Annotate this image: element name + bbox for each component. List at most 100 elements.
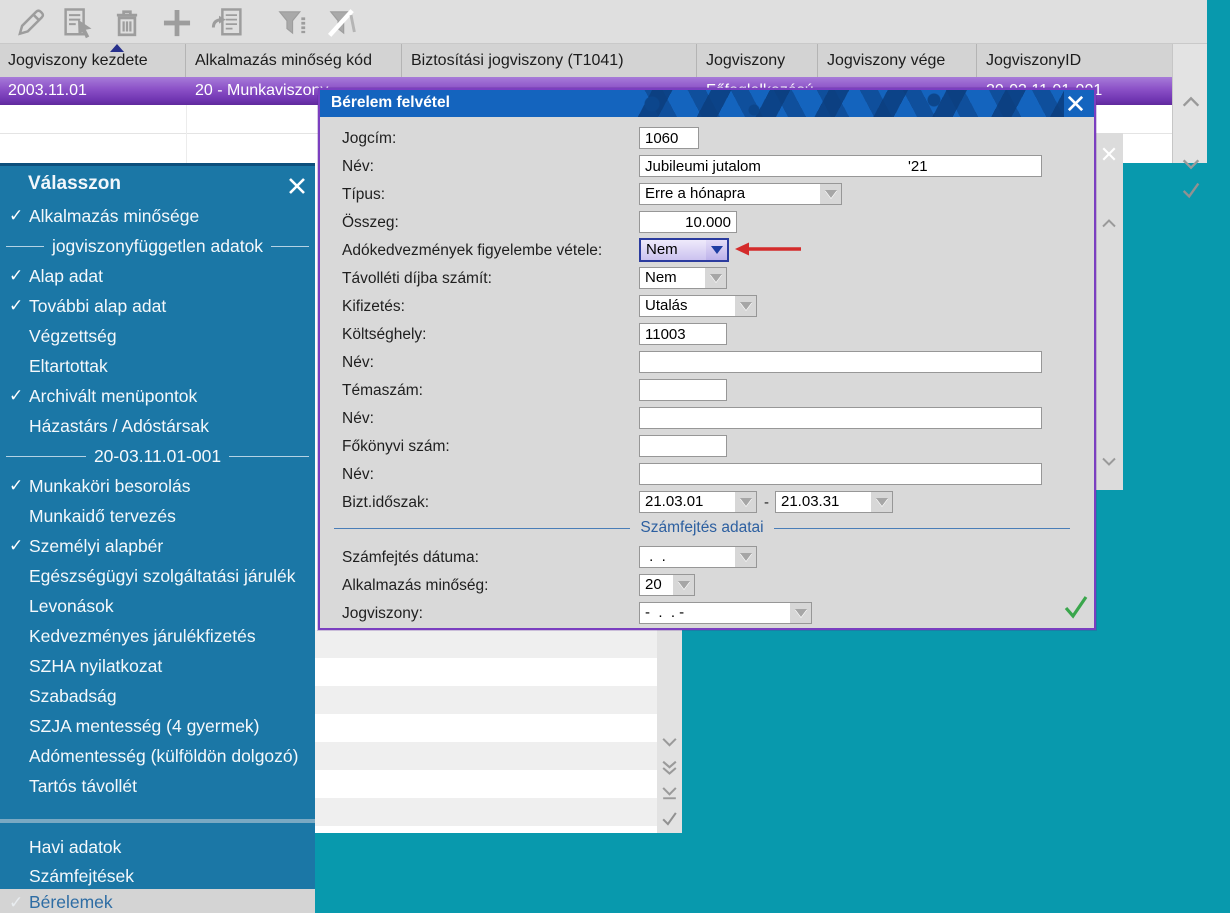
sidebar-item-szamfejtesek[interactable]: Számfejtések	[0, 861, 315, 891]
sidebar-item-munkaido-tervezes[interactable]: Munkaidő tervezés	[0, 501, 315, 531]
transfer-record-icon[interactable]	[208, 4, 248, 41]
nev3-input[interactable]	[639, 407, 1042, 429]
jogcim-input[interactable]: 1060	[639, 127, 699, 149]
berelemek-list-panel	[315, 630, 657, 833]
field-label-bizt-idoszak: Bizt.időszak:	[342, 494, 429, 512]
sidebar-separator-jogviszonyfuggetlen: jogviszonyfüggetlen adatok	[0, 231, 315, 261]
confirm-icon[interactable]	[1180, 180, 1202, 200]
sidebar-item-eltartottak[interactable]: Eltartottak	[0, 351, 315, 381]
sidebar-item-berelemek-selected[interactable]: ✓Bérelemek	[0, 889, 315, 913]
check-icon: ✓	[0, 476, 29, 496]
adokedvezmenyek-value: Nem	[646, 241, 678, 258]
berelemek-list-scrollbar	[657, 630, 682, 833]
chevron-down-icon[interactable]	[706, 240, 727, 260]
sidebar-item-levonasok[interactable]: Levonások	[0, 591, 315, 621]
red-arrow-annotation	[733, 241, 805, 257]
alkalmazas-minoseg-value: 20	[645, 576, 662, 593]
field-label-jogcim: Jogcím:	[342, 130, 396, 148]
sidebar-item-szemelyi-alapber[interactable]: ✓Személyi alapbér	[0, 531, 315, 561]
sidebar-item-adomentesseg[interactable]: Adómentesség (külföldön dolgozó)	[0, 741, 315, 771]
delete-icon[interactable]	[107, 4, 147, 41]
tipus-combo[interactable]: Erre a hónapra	[639, 183, 842, 205]
sidebar-item-alkalmazas-minosege[interactable]: ✓Alkalmazás minősége	[0, 201, 315, 231]
koltseghely-input[interactable]: 11003	[639, 323, 727, 345]
application-window: Jogviszony kezdete Alkalmazás minőség kó…	[0, 0, 1230, 913]
add-icon[interactable]	[157, 4, 197, 41]
field-label-alkalmazas-minoseg: Alkalmazás minőség:	[342, 577, 488, 595]
column-header-jogviszonyid[interactable]: JogviszonyID	[978, 44, 1172, 77]
sidebar-item-szabadsag[interactable]: Szabadság	[0, 681, 315, 711]
chevron-down-icon[interactable]	[705, 268, 726, 288]
close-icon[interactable]	[1100, 145, 1118, 163]
chevron-down-icon[interactable]	[871, 492, 892, 512]
sidebar-item-kedvezmenyes-jarulekfizetes[interactable]: Kedvezményes járulékfizetés	[0, 621, 315, 651]
chevron-down-icon[interactable]	[673, 575, 694, 595]
tipus-value: Erre a hónapra	[645, 185, 745, 202]
scroll-up-icon[interactable]	[1180, 94, 1202, 110]
adokedvezmenyek-combo[interactable]: Nem	[639, 238, 729, 262]
chevron-down-icon[interactable]	[790, 603, 811, 623]
tavolleti-value: Nem	[645, 269, 677, 286]
column-header-alkalmazas-minoseg-kod[interactable]: Alkalmazás minőség kód	[187, 44, 402, 77]
column-header-jogviszony-kezdete[interactable]: Jogviszony kezdete	[0, 44, 186, 77]
sidebar-item-hazastars-adostarsak[interactable]: Házastárs / Adóstársak	[0, 411, 315, 441]
column-header-label: Biztosítási jogviszony (T1041)	[411, 52, 624, 70]
column-header-biztositasi-jogviszony[interactable]: Biztosítási jogviszony (T1041)	[403, 44, 697, 77]
column-header-label: Jogviszony	[706, 52, 785, 70]
close-icon[interactable]	[1065, 93, 1086, 114]
field-label-tavolleti: Távolléti díjba számít:	[342, 270, 492, 288]
check-icon: ✓	[0, 206, 29, 226]
alkalmazas-minoseg-combo[interactable]: 20	[639, 574, 695, 596]
scroll-down-icon[interactable]	[1100, 455, 1118, 473]
scroll-down-icon[interactable]	[1180, 156, 1202, 172]
covered-panel-edge	[1096, 133, 1123, 490]
chevron-down-icon[interactable]	[820, 184, 841, 204]
chevron-down-icon[interactable]	[735, 547, 756, 567]
sidebar-item-szha-nyilatkozat[interactable]: SZHA nyilatkozat	[0, 651, 315, 681]
nev4-input[interactable]	[639, 463, 1042, 485]
scroll-to-end-icon[interactable]	[660, 785, 679, 804]
tavolleti-combo[interactable]: Nem	[639, 267, 727, 289]
sidebar-item-egeszsegugyi-szolgaltatasi-jarulek[interactable]: Egészségügyi szolgáltatási járulék	[0, 561, 315, 591]
column-header-jogviszony-vege[interactable]: Jogviszony vége	[819, 44, 977, 77]
bizt-idoszak-from-combo[interactable]: 21.03.01	[639, 491, 757, 513]
jogviszony-combo[interactable]: - . . -	[639, 602, 812, 624]
field-label-nev2: Név:	[342, 354, 374, 372]
sidebar-item-alap-adat[interactable]: ✓Alap adat	[0, 261, 315, 291]
scroll-down-icon[interactable]	[660, 735, 679, 754]
sidebar-item-archivalt-menupontok[interactable]: ✓Archivált menüpontok	[0, 381, 315, 411]
confirm-check-button[interactable]	[1062, 594, 1090, 622]
confirm-icon[interactable]	[660, 810, 679, 829]
sidebar-item-havi-adatok[interactable]: Havi adatok	[0, 832, 315, 862]
check-icon: ✓	[0, 536, 29, 556]
nev1-input[interactable]: Jubileumi jutalom '21	[639, 155, 1042, 177]
column-header-label: JogviszonyID	[986, 52, 1081, 70]
szamfejtes-datuma-combo[interactable]: . .	[639, 546, 757, 568]
nev2-input[interactable]	[639, 351, 1042, 373]
osszeg-input[interactable]: 10.000	[639, 211, 737, 233]
dialog-titlebar: Bérelem felvétel	[320, 90, 1094, 117]
sidebar-item-tovabbi-alap-adat[interactable]: ✓További alap adat	[0, 291, 315, 321]
sidebar-item-munkakori-besorolas[interactable]: ✓Munkaköri besorolás	[0, 471, 315, 501]
clear-filter-icon[interactable]	[322, 4, 362, 41]
toolbar	[0, 0, 1207, 44]
table-header: Jogviszony kezdete Alkalmazás minőség kó…	[0, 44, 1172, 77]
temaszam-input[interactable]	[639, 379, 727, 401]
edit-icon[interactable]	[10, 4, 50, 41]
chevron-down-icon[interactable]	[735, 296, 756, 316]
sidebar-item-tartos-tavollet[interactable]: Tartós távollét	[0, 771, 315, 801]
chevron-down-icon[interactable]	[735, 492, 756, 512]
sidebar-item-szja-mentesseg[interactable]: SZJA mentesség (4 gyermek)	[0, 711, 315, 741]
bizt-idoszak-to-combo[interactable]: 21.03.31	[775, 491, 893, 513]
edit-record-icon[interactable]	[58, 4, 98, 41]
kifizetes-combo[interactable]: Utalás	[639, 295, 757, 317]
close-icon[interactable]	[286, 175, 308, 197]
field-label-tipus: Típus:	[342, 186, 385, 204]
filter-icon[interactable]	[272, 4, 312, 41]
fokonyvi-szam-input[interactable]	[639, 435, 727, 457]
column-header-jogviszony[interactable]: Jogviszony	[698, 44, 818, 77]
scroll-page-down-icon[interactable]	[660, 758, 679, 777]
sidebar-panel: Válasszon ✓Alkalmazás minősége jogviszon…	[0, 163, 315, 913]
sidebar-item-vegzettseg[interactable]: Végzettség	[0, 321, 315, 351]
scroll-up-icon[interactable]	[1100, 217, 1118, 235]
